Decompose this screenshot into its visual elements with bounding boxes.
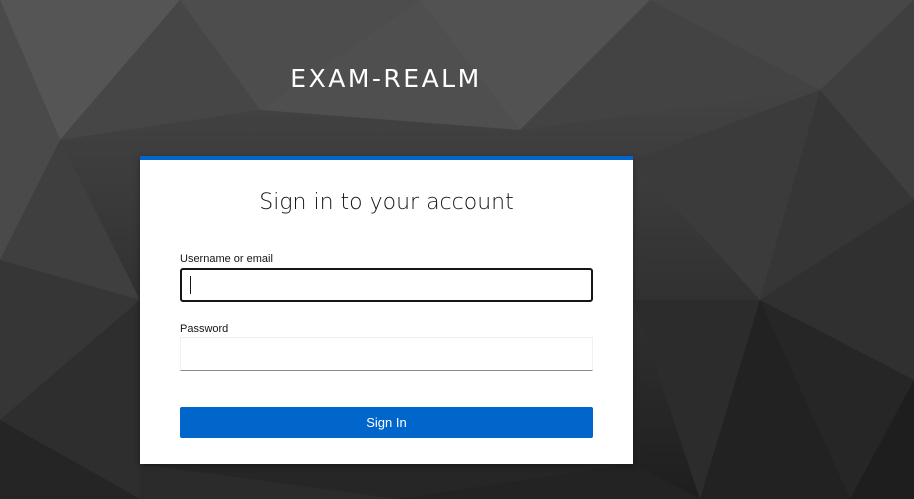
login-card: Sign in to your account Username or emai… — [140, 156, 633, 464]
username-input[interactable] — [180, 268, 593, 302]
password-label: Password — [180, 323, 229, 335]
realm-title: EXAM-REALM — [290, 64, 482, 93]
text-caret — [190, 276, 191, 294]
password-input[interactable] — [180, 337, 593, 371]
sign-in-button[interactable]: Sign In — [180, 407, 593, 438]
login-heading: Sign in to your account — [259, 190, 514, 215]
username-label: Username or email — [180, 253, 273, 265]
